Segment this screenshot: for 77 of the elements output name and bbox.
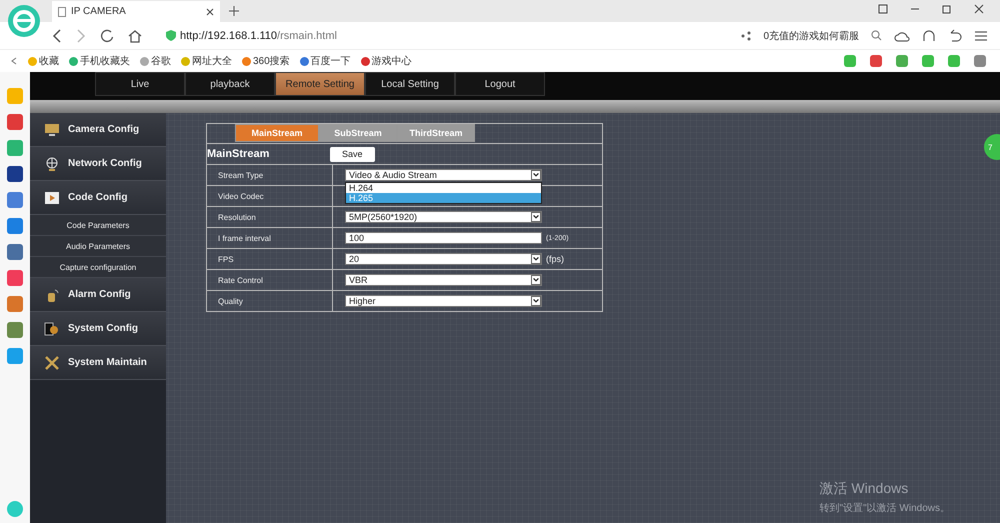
nav-tab[interactable]: Local Setting: [365, 72, 455, 96]
menu-section[interactable]: Code Config: [30, 181, 166, 215]
tools-icon: [44, 356, 60, 370]
field-label: Resolution: [207, 207, 333, 227]
caret-icon: [531, 296, 541, 306]
activation-title: 激活 Windows: [820, 480, 910, 498]
field-label: Rate Control: [207, 270, 333, 290]
bookmark-link[interactable]: 手机收藏夹: [69, 54, 130, 68]
menu-section[interactable]: System Maintain: [30, 346, 166, 380]
extension-icon[interactable]: [844, 55, 856, 67]
bookmark-link[interactable]: 360搜索: [242, 54, 290, 68]
select-field[interactable]: VBR: [345, 274, 542, 286]
reload-icon[interactable]: [100, 28, 114, 42]
menu-item[interactable]: Audio Parameters: [30, 236, 166, 257]
field-label: Video Codec: [207, 186, 333, 206]
save-button[interactable]: Save: [330, 146, 375, 162]
search-field[interactable]: 0充值的游戏如何霸服: [763, 28, 859, 42]
caret-icon: [531, 254, 541, 264]
select-field[interactable]: 5MP(2560*1920): [345, 211, 542, 223]
select-field[interactable]: Video & Audio Stream: [345, 169, 542, 181]
share-icon[interactable]: [741, 30, 752, 40]
bookmark-link[interactable]: 收藏: [28, 54, 59, 68]
field-label: I frame interval: [207, 228, 333, 248]
activation-message: 转到"设置"以激活 Windows。: [820, 502, 950, 515]
field-label: FPS: [207, 249, 333, 269]
page-icon: [58, 6, 66, 16]
back-icon[interactable]: [52, 28, 62, 42]
bookmark-link[interactable]: 网址大全: [181, 54, 232, 68]
app-icon[interactable]: [7, 114, 23, 130]
extension-icon[interactable]: [922, 55, 934, 67]
collapse-icon[interactable]: [10, 57, 18, 65]
clapper-icon: [44, 190, 60, 204]
monitor-icon: [44, 122, 60, 136]
menu-section[interactable]: Network Config: [30, 147, 166, 181]
app-icon[interactable]: [7, 244, 23, 260]
extension-icon[interactable]: [896, 55, 908, 67]
globe-icon: [44, 156, 60, 170]
restore-icon[interactable]: [942, 4, 952, 14]
caret-icon: [531, 170, 541, 180]
bookmark-link[interactable]: 游戏中心: [360, 54, 412, 68]
new-tab-icon[interactable]: [228, 5, 240, 17]
menu-icon[interactable]: [974, 30, 988, 42]
bookmark-link[interactable]: 百度一下: [300, 54, 351, 68]
menu-section[interactable]: Alarm Config: [30, 278, 166, 312]
undo-icon[interactable]: [948, 28, 962, 42]
section-title: MainStream: [207, 148, 270, 160]
unit-label: (fps): [546, 254, 564, 264]
app-icon[interactable]: [7, 218, 23, 234]
caret-icon: [531, 275, 541, 285]
nav-tab[interactable]: Live: [95, 72, 185, 96]
select-field[interactable]: 20: [345, 253, 542, 265]
address-field[interactable]: http://192.168.1.110/rsmain.html: [166, 30, 337, 42]
extension-icon[interactable]: [974, 55, 986, 67]
menu-item[interactable]: Capture configuration: [30, 257, 166, 278]
input-field[interactable]: 100: [345, 232, 542, 244]
app-icon[interactable]: [7, 166, 23, 182]
close-icon[interactable]: [974, 4, 984, 14]
select-field[interactable]: Higher: [345, 295, 542, 307]
extension-icon[interactable]: [948, 55, 960, 67]
browser-tab[interactable]: IP CAMERA: [52, 1, 220, 22]
nav-tab[interactable]: playback: [185, 72, 275, 96]
bookmark-link[interactable]: 谷歌: [140, 54, 171, 68]
home-icon[interactable]: [128, 28, 142, 42]
headphones-icon[interactable]: [922, 28, 936, 42]
field-label: Stream Type: [207, 165, 333, 185]
search-icon[interactable]: [871, 30, 882, 41]
menu-item[interactable]: Code Parameters: [30, 215, 166, 236]
extension-icon[interactable]: [870, 55, 882, 67]
shield-icon: [166, 30, 176, 41]
close-icon[interactable]: [206, 8, 214, 16]
field-label: Quality: [207, 291, 333, 311]
cloud-icon[interactable]: [894, 30, 910, 42]
caret-icon: [531, 212, 541, 222]
nav-tab[interactable]: Logout: [455, 72, 545, 96]
nav-tab[interactable]: Remote Setting: [275, 72, 365, 96]
menu-section[interactable]: System Config: [30, 312, 166, 346]
menu-section[interactable]: Camera Config: [30, 113, 166, 147]
